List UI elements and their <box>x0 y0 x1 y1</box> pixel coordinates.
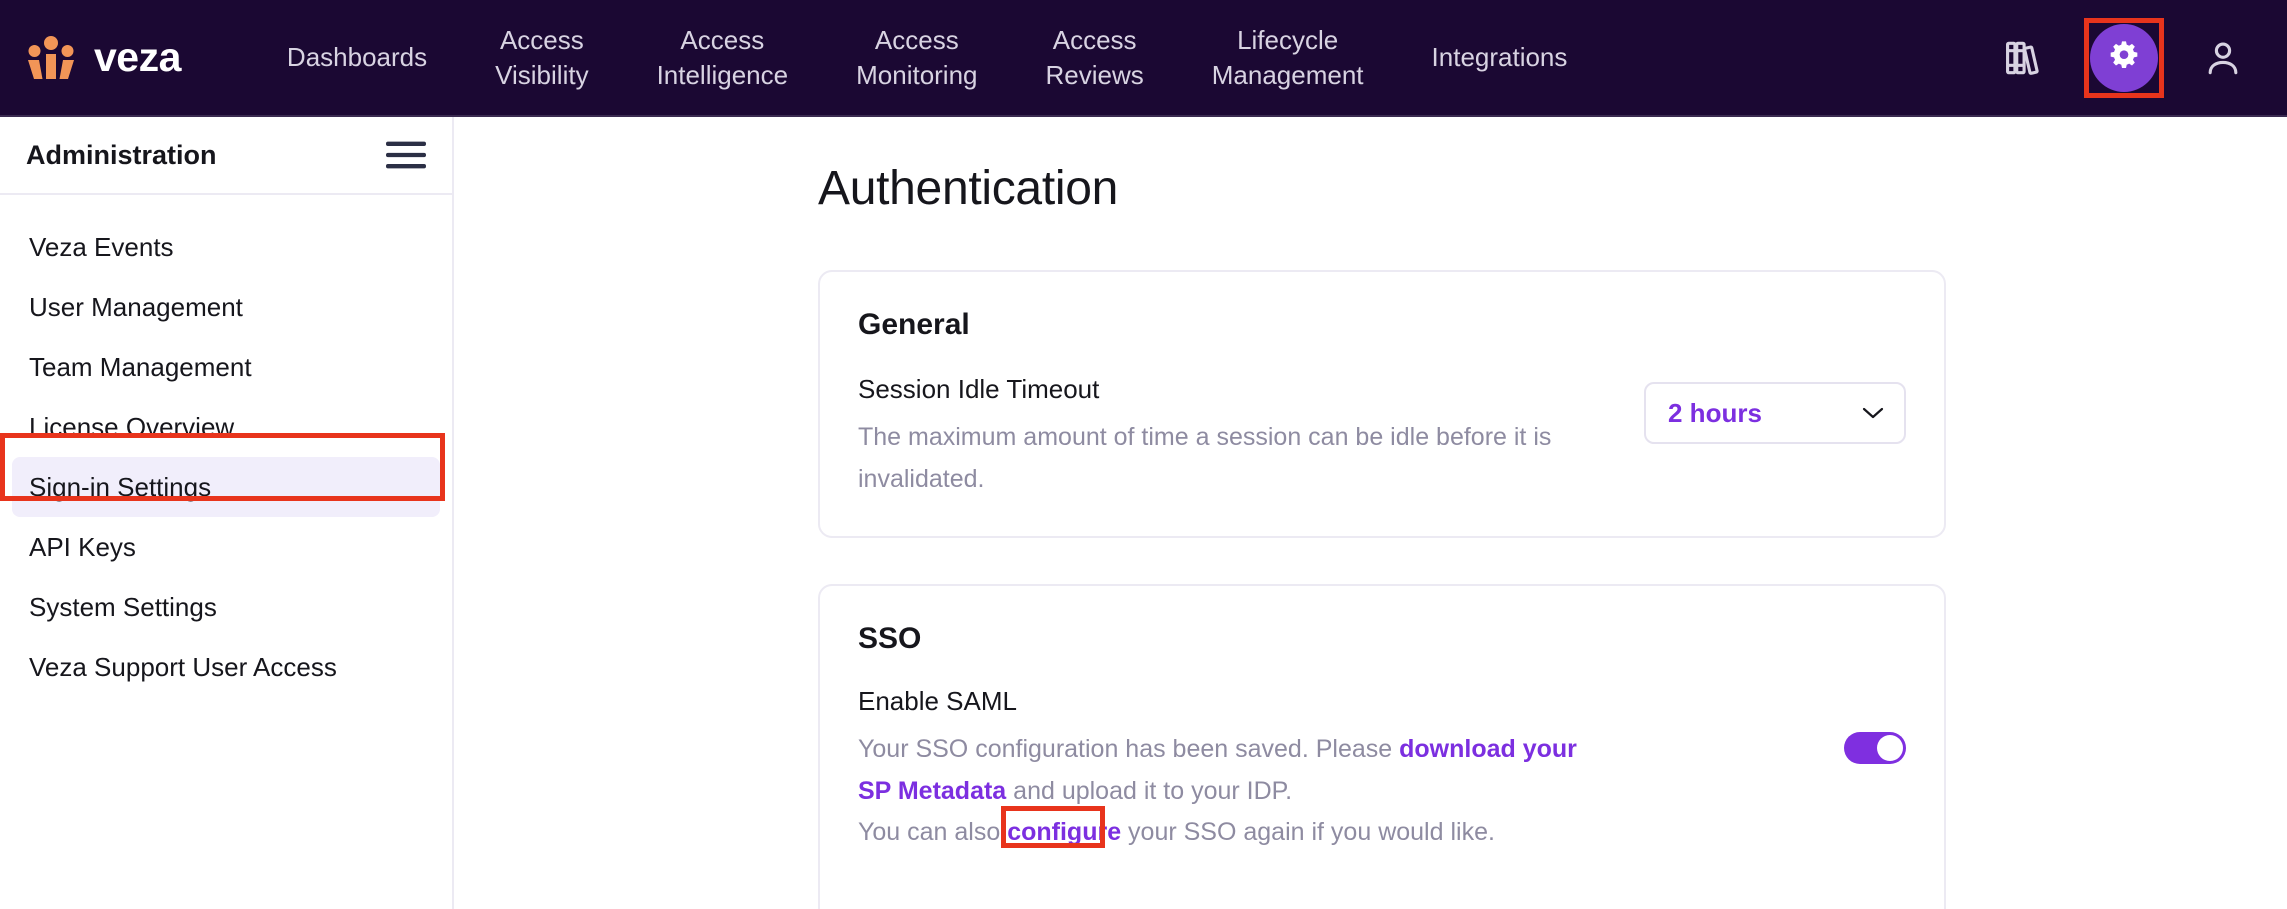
enable-saml-row: Enable SAML Your SSO configuration has b… <box>858 686 1906 854</box>
general-section-heading: General <box>858 308 970 341</box>
settings-gear-button-wrapper <box>2084 17 2164 98</box>
top-navigation-bar: veza Dashboards Access Visibility Access… <box>0 0 2287 117</box>
page-title: Authentication <box>818 162 1119 215</box>
enable-saml-description: Your SSO configuration has been saved. P… <box>858 729 1598 854</box>
toggle-knob <box>1877 735 1903 761</box>
sidebar-header: Administration <box>0 117 452 195</box>
sidebar-item-license-overview[interactable]: License Overview <box>12 397 440 457</box>
enable-saml-toggle[interactable] <box>1844 732 1906 764</box>
sidebar-item-api-keys[interactable]: API Keys <box>12 517 440 577</box>
sidebar-item-team-management[interactable]: Team Management <box>12 337 440 397</box>
main-content: Authentication General Session Idle Time… <box>456 117 2287 909</box>
administration-sidebar: Administration Veza Events User Manageme… <box>0 117 454 909</box>
sidebar-item-system-settings[interactable]: System Settings <box>12 577 440 637</box>
sidebar-item-label: Team Management <box>29 351 252 382</box>
sidebar-item-label: License Overview <box>29 411 235 442</box>
brand-logo[interactable]: veza <box>26 35 181 81</box>
gear-icon[interactable] <box>2090 23 2158 92</box>
session-idle-timeout-row: Session Idle Timeout The maximum amount … <box>858 374 1906 500</box>
nav-item-integrations[interactable]: Integrations <box>1398 40 1602 74</box>
library-books-icon[interactable] <box>1999 32 2051 84</box>
chevron-down-icon <box>1862 406 1884 420</box>
nav-item-access-intelligence[interactable]: Access Intelligence <box>623 23 823 92</box>
session-idle-timeout-value: 2 hours <box>1668 397 1762 428</box>
sidebar-item-label: User Management <box>29 291 243 322</box>
saml-desc-part2: and upload it to your IDP. <box>1006 776 1293 805</box>
sidebar-item-veza-support-user-access[interactable]: Veza Support User Access <box>12 637 440 697</box>
nav-items: Dashboards Access Visibility Access Inte… <box>253 23 1999 92</box>
sidebar-item-label: Veza Support User Access <box>29 651 337 682</box>
veza-logo-icon <box>26 35 76 81</box>
enable-saml-label: Enable SAML <box>858 686 1017 716</box>
nav-item-lifecycle-management[interactable]: Lifecycle Management <box>1178 23 1398 92</box>
nav-item-access-visibility[interactable]: Access Visibility <box>461 23 622 92</box>
hamburger-menu-icon[interactable] <box>386 140 426 170</box>
sidebar-item-label: API Keys <box>29 531 136 562</box>
sidebar-item-label: Veza Events <box>29 231 174 262</box>
user-account-icon[interactable] <box>2197 32 2249 84</box>
sidebar-item-label: Sign-in Settings <box>29 471 212 502</box>
saml-desc-part1: Your SSO configuration has been saved. P… <box>858 735 1400 763</box>
sidebar-title: Administration <box>26 139 217 170</box>
sidebar-item-user-management[interactable]: User Management <box>12 277 440 337</box>
session-idle-timeout-select[interactable]: 2 hours <box>1644 382 1906 444</box>
sidebar-item-sign-in-settings[interactable]: Sign-in Settings <box>12 457 440 517</box>
nav-item-access-monitoring[interactable]: Access Monitoring <box>822 23 1011 92</box>
sidebar-menu: Veza Events User Management Team Managem… <box>0 195 452 697</box>
session-idle-timeout-description: The maximum amount of time a session can… <box>858 423 1552 493</box>
general-settings-card: General Session Idle Timeout The maximum… <box>818 270 1946 538</box>
sidebar-item-label: System Settings <box>29 591 217 622</box>
nav-item-access-reviews[interactable]: Access Reviews <box>1012 23 1178 92</box>
saml-desc-line2-part2: your SSO again if you would like. <box>1121 818 1495 846</box>
sso-section-heading: SSO <box>858 622 922 655</box>
nav-item-dashboards[interactable]: Dashboards <box>253 40 461 74</box>
sidebar-item-veza-events[interactable]: Veza Events <box>12 217 440 277</box>
session-idle-timeout-label: Session Idle Timeout <box>858 374 1100 404</box>
nav-right-icons <box>1999 17 2249 98</box>
configure-link[interactable]: configure <box>1007 818 1121 846</box>
brand-name: veza <box>94 34 181 80</box>
saml-desc-line2-part1: You can also <box>858 818 1008 846</box>
configure-link-wrapper: configure <box>1001 806 1121 854</box>
sso-settings-card: SSO Enable SAML Your SSO configuration h… <box>818 584 1946 909</box>
